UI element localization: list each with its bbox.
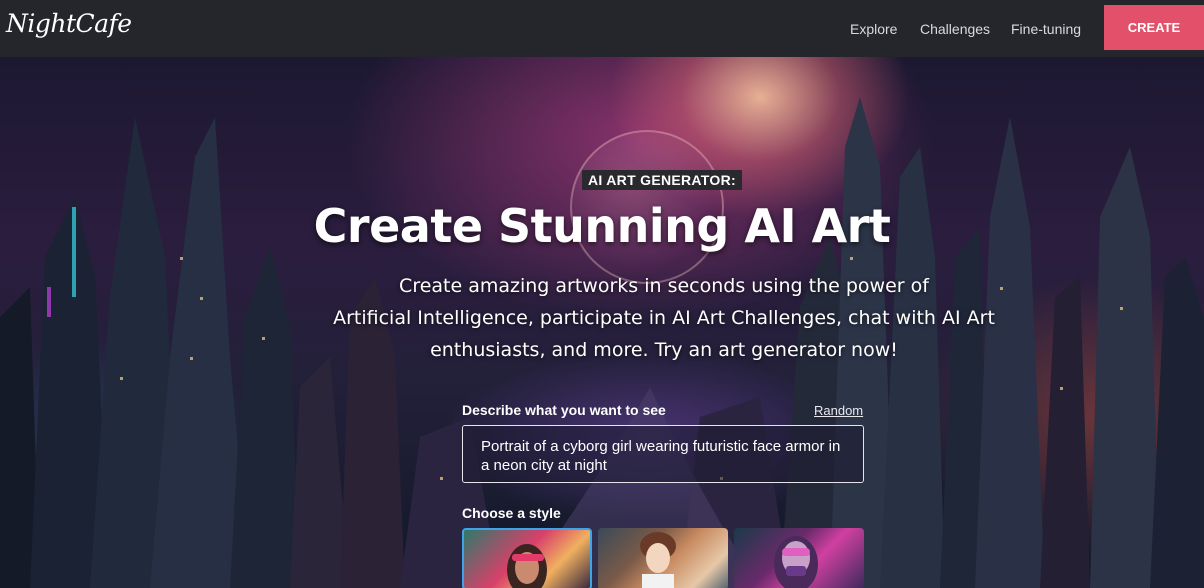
hero-kicker-badge: AI ART GENERATOR: <box>582 170 742 190</box>
prompt-label: Describe what you want to see <box>462 402 666 418</box>
nav-challenges-link[interactable]: Challenges <box>920 21 990 37</box>
neon-mask-image <box>774 536 818 588</box>
nav-explore[interactable]: Explore <box>850 0 897 57</box>
style-thumbnail-neon-mask[interactable] <box>734 528 864 588</box>
page: NightCafe Explore Challenges Fine-tuning… <box>0 0 1204 588</box>
random-prompt-link[interactable]: Random <box>814 403 863 418</box>
hero-subtitle-line: enthusiasts, and more. Try an art genera… <box>430 339 898 361</box>
hero-subtitle-line: Create amazing artworks in seconds using… <box>399 275 929 297</box>
style-thumbnail-cyberpunk-girl[interactable] <box>462 528 592 588</box>
create-button[interactable]: CREATE <box>1104 5 1204 50</box>
hero-subtitle: Create amazing artworks in seconds using… <box>324 270 1004 366</box>
nav-explore-link[interactable]: Explore <box>850 21 897 37</box>
style-thumbnail-anime-boy[interactable] <box>598 528 728 588</box>
nav-challenges[interactable]: Challenges <box>920 0 990 57</box>
nav-fine-tuning[interactable]: Fine-tuning <box>1011 0 1081 57</box>
nightcafe-logo[interactable]: NightCafe <box>6 9 132 38</box>
nav-fine-tuning-link[interactable]: Fine-tuning <box>1011 21 1081 37</box>
top-navigation-bar: NightCafe Explore Challenges Fine-tuning… <box>0 0 1204 57</box>
cyborg-girl-image <box>507 544 547 588</box>
hero-subtitle-line: Artificial Intelligence, participate in … <box>333 307 995 329</box>
prompt-input[interactable] <box>462 425 864 483</box>
choose-style-label: Choose a style <box>462 505 561 521</box>
anime-boy-image <box>640 532 676 588</box>
hero-title: Create Stunning AI Art <box>313 199 891 253</box>
